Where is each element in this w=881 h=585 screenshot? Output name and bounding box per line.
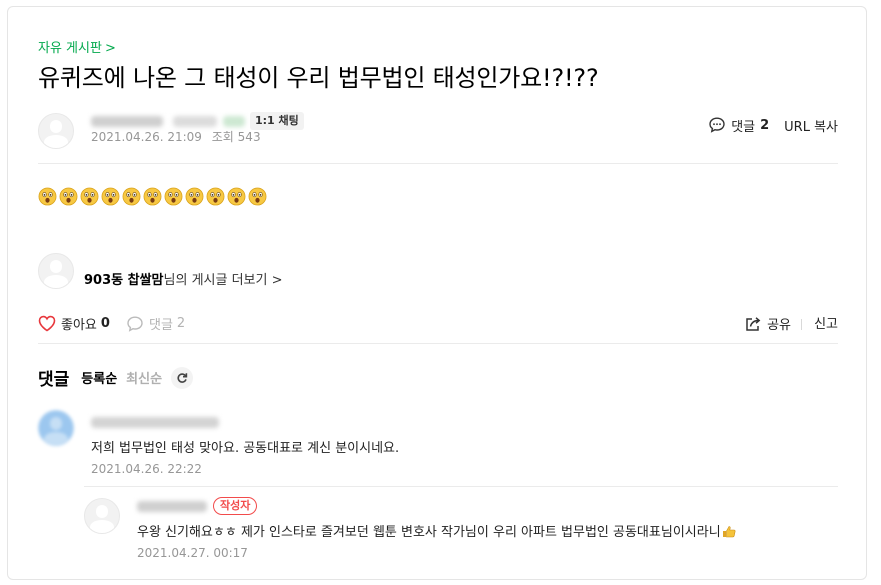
refresh-button[interactable]: [171, 366, 194, 389]
comments-header: 댓글 등록순 최신순: [38, 365, 194, 390]
reaction-separator: [801, 319, 802, 330]
chevron-right-icon: >: [104, 41, 116, 56]
url-copy-button[interactable]: URL 복사: [784, 116, 838, 135]
speech-bubble-icon: [127, 315, 143, 332]
share-button[interactable]: 공유: [744, 314, 791, 333]
comment-count-button[interactable]: 댓글 2: [708, 116, 769, 135]
astonished-face-icon: [248, 187, 267, 206]
reply-text-content: 우왕 신기해요ㅎㅎ 제가 인스타로 즐겨보던 웹툰 변호사 작가님이 우리 아파…: [137, 525, 721, 540]
comments-title: 댓글: [38, 370, 70, 390]
comment-reaction-label: 댓글: [149, 318, 173, 333]
post-card: 자유 게시판 > 유퀴즈에 나온 그 태성이 우리 법무법인 태성인가요!?!??…: [7, 6, 867, 580]
comment-count: 2: [760, 117, 770, 133]
author-avatar[interactable]: [38, 113, 74, 149]
chevron-right-icon: >: [271, 273, 283, 288]
astonished-face-icon: [122, 187, 141, 206]
reply-avatar[interactable]: [84, 498, 120, 534]
board-link[interactable]: 자유 게시판 >: [38, 37, 116, 56]
author-badge-blurred: [223, 116, 245, 127]
reply-date: 2021.04.27. 00:17: [137, 546, 248, 560]
report-button[interactable]: 신고: [814, 314, 838, 336]
comment-reaction-count: 2: [176, 316, 186, 331]
reply-text: 우왕 신기해요ㅎㅎ 제가 인스타로 즐겨보던 웹툰 변호사 작가님이 우리 아파…: [137, 521, 736, 540]
reaction-divider: [38, 343, 838, 344]
author-grade-blurred: [173, 116, 217, 127]
refresh-icon: [177, 372, 188, 383]
board-name: 자유 게시판: [38, 41, 102, 56]
author-more-suffix: 님의 게시글 더보기: [163, 273, 268, 288]
astonished-face-icon: [164, 187, 183, 206]
like-label: 좋아요: [61, 318, 97, 333]
astonished-face-icon: [143, 187, 162, 206]
post-body-emojis: [38, 187, 267, 206]
author-more-link[interactable]: 903동 찹쌀맘님의 게시글 더보기 >: [84, 269, 283, 288]
astonished-face-icon: [80, 187, 99, 206]
like-button[interactable]: 좋아요 0: [38, 314, 110, 333]
author-more-name: 903동 찹쌀맘: [84, 273, 164, 288]
post-meta: 2021.04.26. 21:09 조회 543: [91, 128, 261, 145]
header-divider: [38, 163, 838, 164]
astonished-face-icon: [206, 187, 225, 206]
comment-text: 저희 법무법인 태성 맞아요. 공동대표로 계신 분이시네요.: [91, 441, 400, 456]
astonished-face-icon: [227, 187, 246, 206]
astonished-face-icon: [38, 187, 57, 206]
like-count: 0: [100, 316, 110, 331]
author-name-blurred[interactable]: [91, 116, 163, 127]
heart-icon: [38, 315, 56, 332]
views-label: 조회: [211, 130, 234, 144]
astonished-face-icon: [59, 187, 78, 206]
speech-bubble-icon: [709, 117, 725, 133]
astonished-face-icon: [185, 187, 204, 206]
post-date: 2021.04.26. 21:09: [91, 130, 202, 144]
post-content-area: 자유 게시판 > 유퀴즈에 나온 그 태성이 우리 법무법인 태성인가요!?!??…: [38, 7, 838, 579]
sort-by-registration[interactable]: 등록순: [81, 368, 117, 387]
comment-date: 2021.04.26. 22:22: [91, 462, 202, 476]
sort-by-latest[interactable]: 최신순: [126, 368, 162, 387]
comment-reaction-button[interactable]: 댓글 2: [126, 314, 185, 333]
writer-badge: 작성자: [213, 497, 258, 515]
reply-author-blurred[interactable]: [137, 501, 207, 512]
comment-divider: [84, 486, 838, 487]
author-more-avatar[interactable]: [38, 253, 74, 289]
post-tools: 댓글 2 URL 복사: [708, 115, 838, 135]
astonished-face-icon: [101, 187, 120, 206]
comment-avatar[interactable]: [38, 410, 74, 446]
share-label: 공유: [767, 318, 791, 333]
thumbs-up-icon: [722, 525, 736, 538]
post-title: 유퀴즈에 나온 그 태성이 우리 법무법인 태성인가요!?!??: [38, 64, 599, 92]
share-icon: [746, 316, 761, 331]
comment-label: 댓글: [731, 119, 756, 135]
comment-author-blurred[interactable]: [91, 417, 219, 428]
views-count: 543: [237, 130, 261, 144]
reaction-bar: 좋아요 0 댓글 2 공유 신고: [38, 314, 838, 336]
